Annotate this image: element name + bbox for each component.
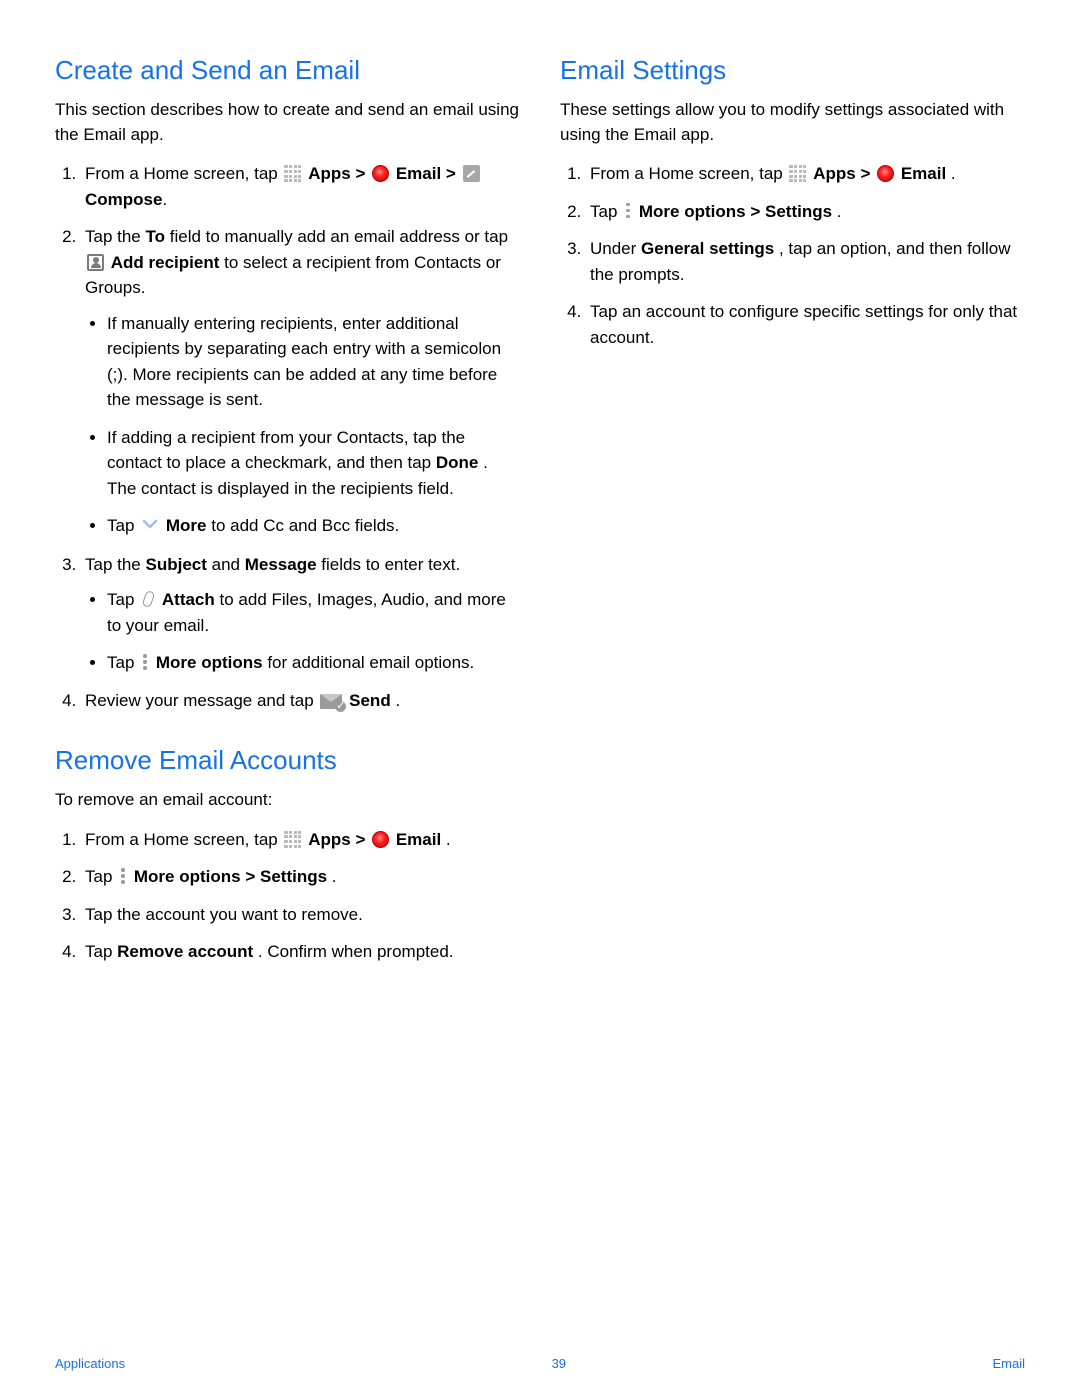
apps-grid-icon (284, 831, 301, 848)
list-item: Tap More options for additional email op… (107, 650, 520, 676)
list-item: From a Home screen, tap Apps > Email > C… (81, 161, 520, 212)
email-app-icon (877, 165, 894, 182)
email-app-icon (372, 831, 389, 848)
email-app-icon (372, 165, 389, 182)
list-item: If adding a recipient from your Contacts… (107, 425, 520, 502)
intro-settings: These settings allow you to modify setti… (560, 98, 1025, 147)
apps-grid-icon (789, 165, 806, 182)
intro-create-send: This section describes how to create and… (55, 98, 520, 147)
apps-grid-icon (284, 165, 301, 182)
compose-icon (463, 165, 480, 182)
more-options-icon (623, 202, 633, 220)
list-item: Tap More to add Cc and Bcc fields. (107, 513, 520, 539)
attach-icon (141, 590, 155, 608)
page-footer: Applications 39 Email (55, 1356, 1025, 1371)
create-send-steps: From a Home screen, tap Apps > Email > C… (55, 161, 520, 713)
more-options-icon (118, 867, 128, 885)
settings-steps: From a Home screen, tap Apps > Email . T… (560, 161, 1025, 350)
create-send-email-section: Create and Send an Email This section de… (55, 55, 520, 713)
send-icon (320, 694, 342, 709)
heading-create-send: Create and Send an Email (55, 55, 520, 86)
list-item: Tap More options > Settings . (81, 864, 520, 890)
intro-remove: To remove an email account: (55, 788, 520, 813)
list-item: Tap Remove account . Confirm when prompt… (81, 939, 520, 965)
footer-left: Applications (55, 1356, 125, 1371)
list-item: From a Home screen, tap Apps > Email . (586, 161, 1025, 187)
remove-accounts-section: Remove Email Accounts To remove an email… (55, 745, 520, 965)
remove-steps: From a Home screen, tap Apps > Email . T… (55, 827, 520, 965)
add-recipient-icon (87, 254, 104, 271)
heading-email-settings: Email Settings (560, 55, 1025, 86)
chevron-down-icon (142, 512, 158, 538)
footer-right: Email (992, 1356, 1025, 1371)
email-settings-section: Email Settings These settings allow you … (560, 55, 1025, 350)
list-item: Review your message and tap Send . (81, 688, 520, 714)
list-item: Under General settings , tap an option, … (586, 236, 1025, 287)
heading-remove-accounts: Remove Email Accounts (55, 745, 520, 776)
page-number: 39 (552, 1356, 566, 1371)
list-item: Tap the Subject and Message fields to en… (81, 552, 520, 676)
list-item: Tap Attach to add Files, Images, Audio, … (107, 587, 520, 638)
list-item: Tap the account you want to remove. (81, 902, 520, 928)
list-item: Tap an account to configure specific set… (586, 299, 1025, 350)
more-options-icon (140, 653, 150, 671)
list-item: Tap the To field to manually add an emai… (81, 224, 520, 539)
list-item: If manually entering recipients, enter a… (107, 311, 520, 413)
list-item: From a Home screen, tap Apps > Email . (81, 827, 520, 853)
list-item: Tap More options > Settings . (586, 199, 1025, 225)
